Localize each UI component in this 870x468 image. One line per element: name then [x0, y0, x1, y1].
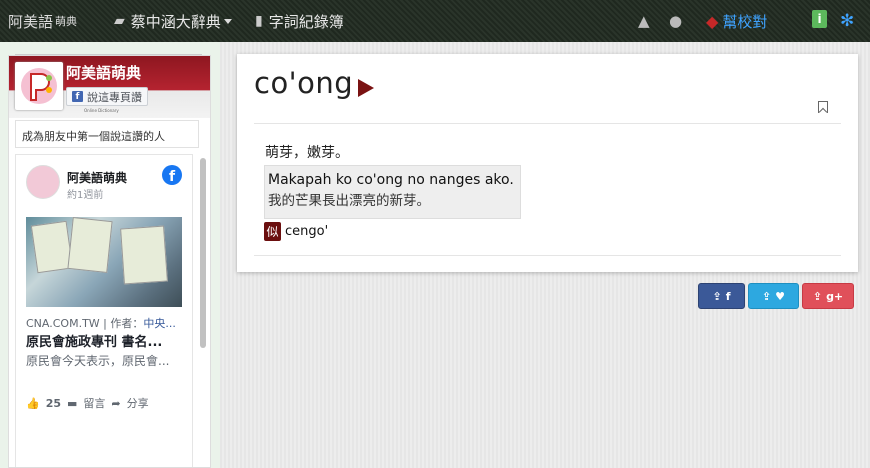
android-icon[interactable]: ▲ — [638, 0, 650, 42]
post-actions: 👍 25 ▬ 留言 ➦ 分享 — [26, 395, 149, 411]
logo-graphic — [17, 64, 61, 108]
tiny-caption: Online Dictionary — [84, 108, 119, 113]
synonym-link[interactable]: cengo' — [285, 224, 328, 239]
bookmarks-link[interactable]: ▮ 字詞紀錄簿 — [255, 0, 344, 42]
like-count: 25 — [45, 396, 62, 410]
share-facebook-button[interactable]: ⇪ f — [698, 283, 745, 309]
like-icon[interactable]: 👍 — [26, 397, 40, 410]
divider — [254, 123, 841, 124]
bookmarks-label: 字詞紀錄簿 — [268, 12, 344, 31]
info-icon[interactable]: i — [812, 10, 827, 28]
example-translation: 我的芒果長出漂亮的新芽。 — [268, 193, 430, 209]
brand-title: 阿美語 — [8, 12, 54, 31]
entry-word: co'ong — [254, 66, 354, 100]
comment-icon[interactable]: ▬ — [67, 397, 77, 410]
entry-card: co'ong 萌芽，嫩芽。 Makapah ko co'ong no nange… — [237, 54, 858, 272]
fb-share-button[interactable]: f 說這專頁讚 — [66, 87, 148, 106]
moedict-label: 幫校對 — [722, 12, 768, 31]
facebook-page-widget: 阿美語萌典 f 說這專頁讚 Online Dictionary 成為朋友中第一個… — [8, 55, 211, 468]
share-icon: ⇪ — [712, 289, 722, 303]
fb-cover: 阿美語萌典 f 說這專頁讚 Online Dictionary — [9, 56, 210, 118]
twitter-icon: ♥ — [775, 289, 786, 303]
book-icon: ▰ — [114, 13, 125, 29]
post-author[interactable]: 阿美語萌典 — [67, 169, 127, 186]
facebook-icon: f — [72, 91, 83, 102]
synonym-badge: 似 — [264, 222, 281, 241]
example-box: Makapah ko co'ong no nanges ako. 我的芒果長出漂… — [264, 165, 521, 219]
share-googleplus-button[interactable]: ⇪ g+ — [802, 283, 854, 309]
dictionary-dropdown[interactable]: ▰ 蔡中涵大辭典 — [114, 0, 232, 42]
post-image[interactable] — [26, 217, 182, 307]
link-title[interactable]: 原民會施政專刊 書名... — [26, 331, 182, 350]
sidebar-scrollbar[interactable] — [200, 158, 206, 348]
comment-label[interactable]: 留言 — [83, 395, 105, 411]
brand-subtitle: 萌典 — [55, 15, 78, 28]
brand-link[interactable]: 阿美語 萌典 — [8, 0, 77, 42]
bird-icon: ◆ — [706, 11, 719, 31]
apple-icon[interactable]: ● — [669, 0, 682, 42]
dictionary-label: 蔡中涵大辭典 — [130, 12, 221, 31]
play-audio-icon[interactable] — [358, 79, 374, 97]
facebook-logo-icon[interactable]: f — [162, 165, 182, 185]
first-friend-text: 成為朋友中第一個說這讚的人 — [15, 120, 199, 148]
divider — [254, 255, 841, 256]
share-arrow-icon[interactable]: ➦ — [111, 397, 120, 410]
share-label[interactable]: 分享 — [127, 395, 149, 411]
page-logo[interactable] — [15, 62, 63, 110]
gear-icon[interactable]: ✻ — [840, 0, 854, 42]
top-navbar: 阿美語 萌典 ▰ 蔡中涵大辭典 ▮ 字詞紀錄簿 ▲ ● ◆ 幫校對 i ✻ — [0, 0, 870, 42]
share-icon: ⇪ — [761, 289, 772, 303]
bookmark-icon[interactable] — [818, 101, 828, 113]
fb-share-label: 說這專頁讚 — [87, 90, 142, 104]
bookmark-icon: ▮ — [255, 13, 263, 29]
moedict-link[interactable]: ◆ 幫校對 — [706, 0, 767, 42]
facebook-icon: f — [725, 289, 731, 303]
example-amis[interactable]: Makapah ko co'ong no nanges ako. — [268, 170, 517, 190]
definition: 萌芽，嫩芽。 — [265, 145, 349, 161]
fb-page-name[interactable]: 阿美語萌典 — [66, 62, 141, 83]
link-description[interactable]: 原民會今天表示，原民會... — [26, 352, 182, 369]
synonym-row: 似 cengo' — [264, 222, 328, 241]
share-twitter-button[interactable]: ⇪ ♥ — [748, 283, 799, 309]
caret-down-icon — [223, 18, 232, 24]
link-domain[interactable]: CNA.COM.TW | 作者：中央... — [26, 315, 182, 331]
share-icon: ⇪ — [812, 289, 823, 303]
googleplus-icon: g+ — [826, 289, 844, 303]
post-avatar[interactable] — [26, 165, 60, 199]
post-time[interactable]: 約1週前 — [67, 186, 103, 201]
fb-post: 阿美語萌典 約1週前 f CNA.COM.TW | 作者：中央... 原民會施政… — [15, 154, 193, 467]
